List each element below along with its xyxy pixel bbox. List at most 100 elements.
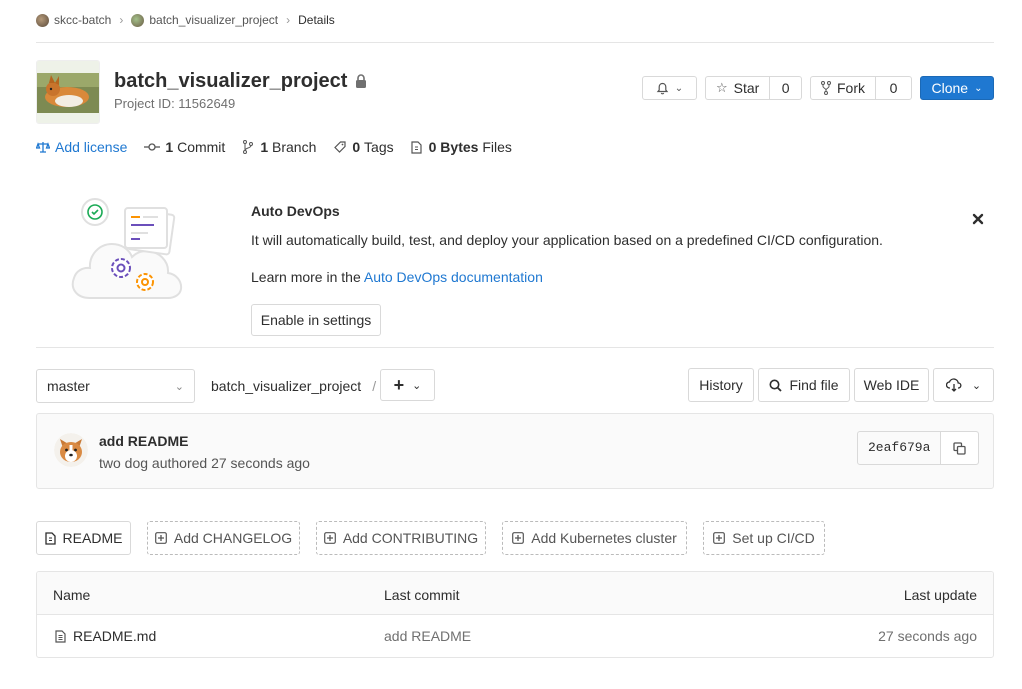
web-ide-button[interactable]: Web IDE	[854, 368, 929, 402]
enable-in-settings-button[interactable]: Enable in settings	[251, 304, 381, 336]
breadcrumb-group[interactable]: skcc-batch	[54, 13, 111, 27]
header-divider	[36, 42, 994, 43]
commit-sha[interactable]: 2eaf679a	[858, 432, 942, 464]
tags-label: Tags	[364, 139, 394, 155]
author-avatar[interactable]	[54, 433, 88, 467]
path-separator: /	[372, 378, 377, 394]
commit-author-line: two dog authored 27 seconds ago	[99, 455, 310, 471]
add-contributing-button[interactable]: Add CONTRIBUTING	[316, 521, 486, 555]
commit-message[interactable]: add README	[99, 433, 188, 449]
add-changelog-button[interactable]: Add CHANGELOG	[147, 521, 300, 555]
clone-button[interactable]: Clone ⌄	[920, 76, 994, 100]
fork-count[interactable]: 0	[876, 80, 911, 96]
files-link[interactable]: 0 Bytes Files	[411, 139, 512, 155]
notifications-dropdown[interactable]: ⌄	[642, 76, 697, 100]
file-icon	[55, 629, 66, 643]
project-id: Project ID: 11562649	[114, 96, 236, 111]
column-header-name: Name	[53, 587, 91, 603]
chevron-right-icon: ›	[119, 13, 124, 27]
branches-count: 1	[260, 139, 269, 155]
scale-icon	[36, 141, 50, 153]
add-kubernetes-cluster-button[interactable]: Add Kubernetes cluster	[502, 521, 687, 555]
last-commit-panel: add README two dog authored 27 seconds a…	[36, 413, 994, 489]
file-table: Name Last commit Last update README.md a…	[36, 571, 994, 658]
readme-button[interactable]: README	[36, 521, 131, 555]
add-license-label: Add license	[55, 139, 128, 155]
history-button[interactable]: History	[688, 368, 754, 402]
plus-square-icon	[713, 532, 726, 544]
auto-devops-learn-more: Learn more in the Auto DevOps documentat…	[251, 269, 543, 285]
enable-in-settings-label: Enable in settings	[260, 312, 372, 328]
files-size: 0 Bytes	[428, 139, 479, 155]
add-kubernetes-label: Add Kubernetes cluster	[531, 530, 677, 546]
chevron-down-icon: ⌄	[674, 82, 684, 94]
plus-square-icon	[323, 532, 336, 544]
copy-icon[interactable]	[941, 432, 979, 464]
file-last-commit[interactable]: add README	[384, 628, 471, 644]
column-header-last-update: Last update	[903, 587, 977, 603]
find-file-label: Find file	[789, 377, 839, 393]
clone-label: Clone	[931, 80, 969, 96]
learn-more-prefix: Learn more in the	[251, 269, 361, 285]
auto-devops-description: It will automatically build, test, and d…	[251, 232, 883, 248]
project-avatar-small[interactable]	[131, 13, 145, 27]
project-avatar	[36, 60, 100, 124]
chevron-down-icon: ⌄	[971, 379, 982, 392]
readme-label: README	[62, 530, 123, 546]
file-last-update: 27 seconds ago	[878, 628, 977, 644]
table-row[interactable]: README.md add README 27 seconds ago	[37, 615, 993, 657]
branch-selector[interactable]: master ⌄	[36, 369, 195, 403]
download-dropdown[interactable]: ⌄	[933, 368, 994, 402]
fork-button[interactable]: Fork 0	[810, 76, 912, 100]
chevron-down-icon: ⌄	[412, 379, 422, 392]
column-header-last-commit: Last commit	[384, 587, 460, 603]
web-ide-label: Web IDE	[863, 377, 920, 393]
star-count[interactable]: 0	[770, 80, 801, 96]
tags-count: 0	[352, 139, 361, 155]
close-icon[interactable]	[971, 212, 985, 226]
plus-icon: +	[393, 375, 405, 395]
find-file-button[interactable]: Find file	[758, 368, 850, 402]
star-button[interactable]: ☆ Star 0	[705, 76, 802, 100]
history-label: History	[699, 377, 743, 393]
setup-cicd-label: Set up CI/CD	[732, 530, 815, 546]
add-license-link[interactable]: Add license	[36, 139, 127, 155]
chevron-right-icon: ›	[286, 13, 291, 27]
lock-icon	[355, 74, 367, 88]
branch-icon	[243, 140, 254, 154]
breadcrumb-project[interactable]: batch_visualizer_project	[149, 13, 278, 27]
file-name: README.md	[73, 628, 157, 644]
branch-selector-value: master	[47, 378, 90, 394]
fork-label: Fork	[837, 80, 865, 96]
file-icon	[44, 531, 56, 545]
auto-devops-title: Auto DevOps	[251, 203, 340, 219]
star-label: Star	[733, 80, 760, 96]
breadcrumb: skcc-batch › batch_visualizer_project › …	[36, 11, 335, 29]
file-icon	[411, 140, 422, 154]
group-avatar[interactable]	[36, 13, 49, 27]
plus-square-icon	[512, 532, 525, 544]
setup-cicd-button[interactable]: Set up CI/CD	[703, 521, 825, 555]
commits-link[interactable]: 1 Commit	[144, 139, 225, 155]
branches-link[interactable]: 1 Branch	[243, 139, 316, 155]
add-to-tree-dropdown[interactable]: + ⌄	[380, 369, 435, 401]
commit-icon	[144, 142, 161, 152]
auto-devops-docs-link[interactable]: Auto DevOps documentation	[364, 269, 543, 285]
fork-icon	[821, 81, 831, 95]
project-title[interactable]: batch_visualizer_project	[114, 70, 347, 93]
file-table-header: Name Last commit Last update	[37, 572, 993, 615]
banner-divider	[36, 347, 994, 348]
tags-link[interactable]: 0 Tags	[334, 139, 394, 155]
project-stats: Add license 1 Commit 1 Branch 0 Tags 0 B…	[36, 138, 512, 156]
cloud-download-icon	[945, 378, 962, 392]
breadcrumb-current[interactable]: Details	[298, 13, 335, 27]
repo-path-root[interactable]: batch_visualizer_project	[211, 378, 361, 394]
repo-path: batch_visualizer_project /	[211, 377, 376, 395]
chevron-down-icon: ⌄	[174, 380, 184, 393]
file-name-cell[interactable]: README.md	[55, 628, 156, 644]
add-contributing-label: Add CONTRIBUTING	[342, 530, 479, 546]
add-changelog-label: Add CHANGELOG	[173, 530, 293, 546]
plus-square-icon	[154, 532, 167, 544]
chevron-down-icon: ⌄	[974, 82, 983, 94]
commits-count: 1	[165, 139, 174, 155]
